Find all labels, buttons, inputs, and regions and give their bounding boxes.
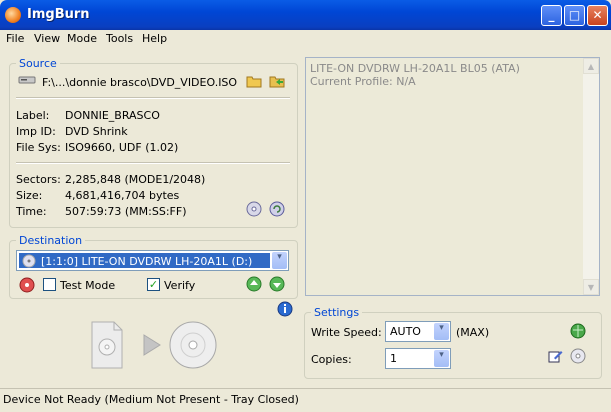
- menu-bar: File View Mode Tools Help: [0, 30, 611, 48]
- close-button[interactable]: ✕: [587, 5, 608, 26]
- label-key: Label:: [16, 109, 50, 122]
- browse-file-icon[interactable]: [269, 73, 285, 89]
- source-group-title: Source: [16, 57, 60, 70]
- size-value: 4,681,416,704 bytes: [65, 189, 180, 202]
- write-speed-value: AUTO: [390, 325, 421, 338]
- filesys-value: ISO9660, UDF (1.02): [65, 141, 179, 154]
- source-path: F:\...\donnie brasco\DVD_VIDEO.ISO: [42, 76, 238, 89]
- sectors-key: Sectors:: [16, 173, 61, 186]
- chevron-down-icon[interactable]: ▾: [434, 323, 449, 340]
- test-mode-checkbox[interactable]: [43, 278, 56, 291]
- minimize-button[interactable]: _: [541, 5, 562, 26]
- log-panel[interactable]: LITE-ON DVDRW LH-20A1L BL05 (ATA) Curren…: [305, 57, 600, 296]
- edit-icon[interactable]: [547, 348, 563, 364]
- drive-icon: [18, 76, 36, 84]
- menu-tools[interactable]: Tools: [106, 32, 133, 45]
- write-speed-label: Write Speed:: [311, 326, 382, 339]
- impid-key: Imp ID:: [16, 125, 56, 138]
- log-line-drive: LITE-ON DVDRW LH-20A1L BL05 (ATA): [310, 62, 520, 75]
- log-scrollbar[interactable]: ▲ ▼: [583, 58, 599, 295]
- settings-group: Settings: [304, 306, 602, 379]
- copies-label: Copies:: [311, 353, 352, 366]
- destination-drive-text: [1:1:0] LITE-ON DVDRW LH-20A1L (D:): [41, 255, 253, 268]
- speed-up-icon[interactable]: [246, 276, 262, 292]
- source-separator-2: [16, 162, 290, 164]
- window-title: ImgBurn: [27, 7, 90, 22]
- drive-list-icon: [22, 254, 36, 268]
- menu-help[interactable]: Help: [142, 32, 167, 45]
- scroll-up-button[interactable]: ▲: [583, 58, 599, 74]
- erase-disc-icon[interactable]: [19, 277, 35, 293]
- menu-view[interactable]: View: [34, 32, 60, 45]
- status-bar: Device Not Ready (Medium Not Present - T…: [0, 388, 611, 412]
- filesys-key: File Sys:: [16, 141, 61, 154]
- speed-down-icon[interactable]: [269, 276, 285, 292]
- test-mode-label: Test Mode: [60, 279, 116, 292]
- copies-select[interactable]: 1 ▾: [385, 348, 451, 369]
- copies-value: 1: [390, 352, 397, 365]
- disc-refresh-icon[interactable]: [269, 201, 285, 217]
- info-icon[interactable]: [277, 301, 293, 317]
- sectors-value: 2,285,848 (MODE1/2048): [65, 173, 206, 186]
- time-value: 507:59:73 (MM:SS:FF): [65, 205, 187, 218]
- scroll-down-button[interactable]: ▼: [583, 279, 599, 295]
- drive-select-highlight: [1:1:0] LITE-ON DVDRW LH-20A1L (D:): [19, 253, 270, 268]
- chevron-down-icon[interactable]: ▾: [272, 252, 287, 269]
- title-bar[interactable]: ImgBurn _ □ ✕: [0, 0, 611, 30]
- write-speed-max: (MAX): [456, 326, 490, 339]
- write-button[interactable]: [89, 320, 219, 370]
- browse-folder-icon[interactable]: [246, 73, 262, 89]
- chevron-down-icon[interactable]: ▾: [434, 350, 449, 367]
- destination-drive-select[interactable]: [1:1:0] LITE-ON DVDRW LH-20A1L (D:) ▾: [16, 250, 289, 271]
- disc-info-icon[interactable]: [246, 201, 262, 217]
- log-line-profile: Current Profile: N/A: [310, 75, 416, 88]
- impid-value: DVD Shrink: [65, 125, 128, 138]
- maximize-button[interactable]: □: [564, 5, 585, 26]
- destination-group-title: Destination: [16, 234, 86, 247]
- verify-checkbox[interactable]: ✓: [147, 278, 160, 291]
- time-key: Time:: [16, 205, 47, 218]
- status-text: Device Not Ready (Medium Not Present - T…: [3, 393, 299, 406]
- write-speed-select[interactable]: AUTO ▾: [385, 321, 451, 342]
- settings-group-title: Settings: [311, 306, 363, 319]
- size-key: Size:: [16, 189, 43, 202]
- globe-icon[interactable]: [570, 323, 586, 339]
- source-separator: [16, 97, 290, 99]
- label-value: DONNIE_BRASCO: [65, 109, 160, 122]
- eject-disc-icon[interactable]: [570, 348, 586, 364]
- verify-label: Verify: [164, 279, 196, 292]
- imgburn-app-icon[interactable]: [5, 7, 21, 23]
- menu-file[interactable]: File: [6, 32, 24, 45]
- menu-mode[interactable]: Mode: [67, 32, 97, 45]
